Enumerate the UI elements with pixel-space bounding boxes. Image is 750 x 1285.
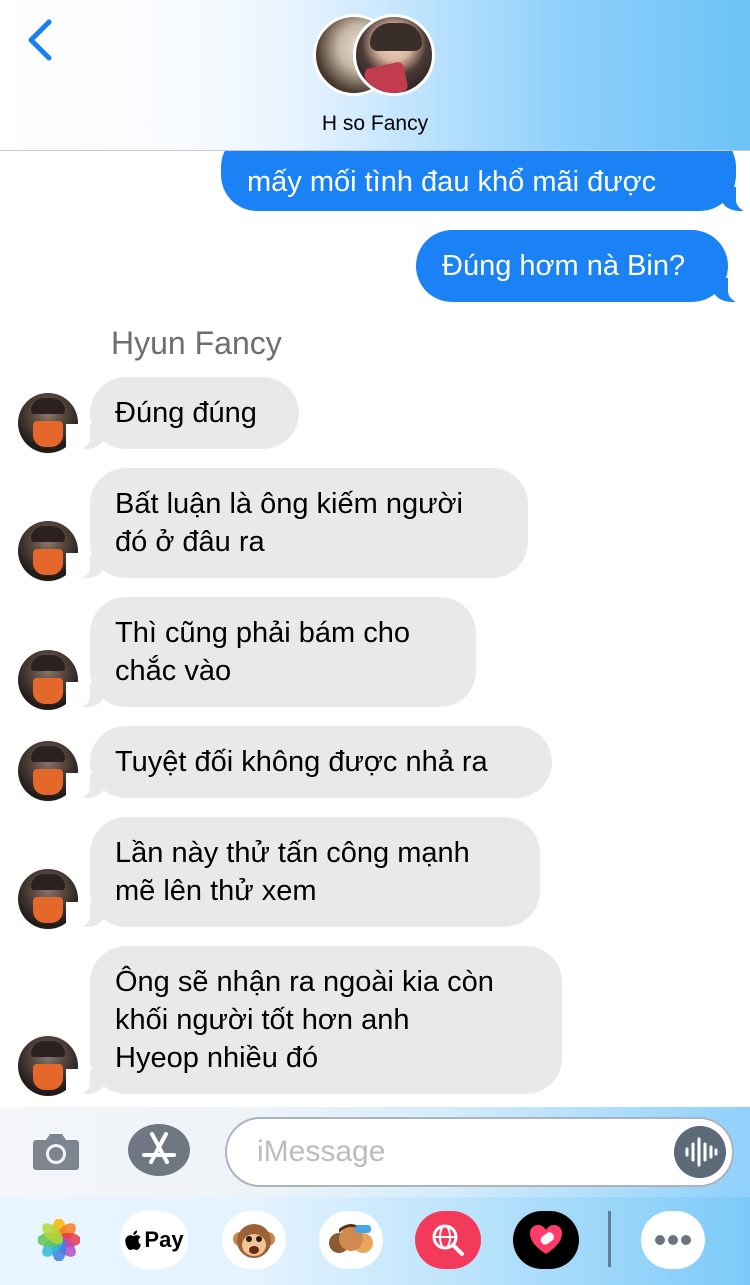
message-thread[interactable]: mấy mối tình đau khổ mãi được Đúng hơm n…: [0, 151, 750, 1107]
outgoing-message[interactable]: Đúng hơm nà Bin?: [416, 230, 750, 303]
incoming-message[interactable]: Lần này thử tấn công mạnh mẽ lên thử xem: [66, 817, 540, 928]
app-drawer: Pay: [0, 1197, 750, 1285]
incoming-message[interactable]: Thì cũng phải bám cho chắc vào: [66, 597, 476, 708]
drawer-divider: [608, 1211, 611, 1267]
more-apps-button[interactable]: [641, 1211, 705, 1269]
message-line: mẽ lên thử xem: [115, 875, 317, 907]
more-icon: [655, 1235, 691, 1245]
message-line: Ông sẽ nhận ra ngoài kia còn: [115, 966, 494, 998]
message-text: Đúng hơm nà Bin?: [442, 250, 686, 282]
digital-touch-app[interactable]: [513, 1211, 579, 1269]
back-chevron-icon[interactable]: [22, 16, 62, 66]
contact-avatar-front: [353, 14, 435, 96]
compose-bar: iMessage: [0, 1107, 750, 1197]
sender-name: Hyun Fancy: [111, 325, 282, 361]
message-line: khối người tốt hơn anh: [115, 1004, 410, 1036]
incoming-message[interactable]: Bất luận là ông kiếm người đó ở đâu ra: [66, 468, 528, 579]
message-line: đó ở đâu ra: [115, 526, 265, 558]
imessage-input[interactable]: iMessage: [225, 1117, 734, 1187]
web-search-app[interactable]: [415, 1211, 481, 1269]
group-avatar-stack[interactable]: [313, 14, 439, 100]
message-text: Đúng đúng: [115, 397, 257, 429]
camera-icon[interactable]: [32, 1128, 80, 1172]
apple-logo-icon: [125, 1230, 142, 1251]
conversation-header: H so Fancy: [0, 0, 750, 151]
input-placeholder: iMessage: [257, 1135, 386, 1168]
app-store-icon[interactable]: [127, 1122, 191, 1178]
message-line: Thì cũng phải bám cho: [115, 617, 411, 649]
incoming-message[interactable]: Tuyệt đối không được nhả ra: [66, 726, 552, 799]
message-line: chắc vào: [115, 655, 232, 687]
audio-waveform-icon[interactable]: [674, 1126, 726, 1178]
animoji-icon: [233, 1224, 275, 1258]
animoji-app[interactable]: [222, 1211, 286, 1269]
memoji-app[interactable]: [319, 1211, 383, 1269]
web-search-icon: [432, 1224, 464, 1256]
apple-pay-label: Pay: [144, 1227, 184, 1252]
message-line: Hyeop nhiều đó: [115, 1042, 319, 1074]
message-text: mấy mối tình đau khổ mãi được: [247, 166, 657, 198]
message-line: Bất luận là ông kiếm người: [115, 488, 463, 520]
message-text: Tuyệt đối không được nhả ra: [115, 746, 488, 778]
outgoing-message[interactable]: mấy mối tình đau khổ mãi được: [221, 151, 750, 212]
photos-icon[interactable]: [38, 1219, 80, 1261]
digital-touch-icon: [530, 1225, 562, 1254]
message-line: Lần này thử tấn công mạnh: [115, 837, 470, 869]
apple-pay-button[interactable]: Pay: [120, 1211, 188, 1269]
incoming-message[interactable]: Ông sẽ nhận ra ngoài kia còn khối người …: [66, 946, 562, 1095]
contact-name[interactable]: H so Fancy: [0, 112, 750, 136]
incoming-message[interactable]: Đúng đúng: [66, 377, 299, 450]
memoji-icon: [329, 1224, 373, 1253]
